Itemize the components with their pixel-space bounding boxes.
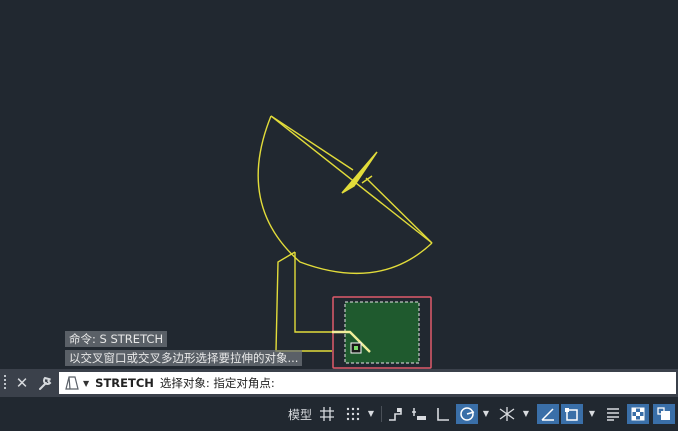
grid-icon[interactable] bbox=[316, 404, 338, 424]
infer-constraints-icon[interactable] bbox=[384, 404, 406, 424]
command-input[interactable]: ▼ STRETCH 选择对象: 指定对角点: bbox=[59, 372, 676, 394]
status-bar: 模型 ▼ ▼ ▼ ▼ bbox=[0, 397, 678, 431]
chevron-down-icon[interactable]: ▼ bbox=[521, 404, 531, 424]
selection-area bbox=[344, 301, 420, 364]
separator bbox=[381, 406, 382, 422]
drag-handle[interactable] bbox=[4, 375, 10, 391]
wrench-icon[interactable] bbox=[35, 373, 55, 393]
object-snap-tracking-icon[interactable] bbox=[537, 404, 559, 424]
command-prompt-icon bbox=[65, 376, 79, 390]
pickbox-cursor-center bbox=[354, 346, 358, 350]
chevron-down-icon[interactable]: ▼ bbox=[481, 404, 491, 424]
close-icon[interactable]: ✕ bbox=[12, 373, 32, 393]
dish-outer-arc bbox=[257, 115, 433, 275]
dish-rim-line bbox=[365, 177, 433, 244]
cad-window: 命令: S STRETCH 以交叉窗口或交叉多边形选择要拉伸的对象... ✕ ▼… bbox=[0, 0, 678, 431]
polar-icon[interactable] bbox=[456, 404, 478, 424]
command-line-bar: ✕ ▼ STRETCH 选择对象: 指定对角点: bbox=[0, 369, 678, 397]
stand-left bbox=[275, 251, 332, 352]
object-snap-icon[interactable] bbox=[561, 404, 583, 424]
ortho-icon[interactable] bbox=[432, 404, 454, 424]
chevron-down-icon[interactable]: ▼ bbox=[83, 379, 89, 388]
selection-cycling-icon[interactable] bbox=[653, 404, 675, 424]
dish-support-line bbox=[270, 115, 354, 171]
feed-horn bbox=[341, 151, 378, 194]
command-history-line: 命令: S STRETCH bbox=[65, 331, 168, 347]
dish-chord bbox=[270, 115, 433, 244]
wrench-icon-svg bbox=[39, 376, 52, 390]
command-name: STRETCH bbox=[95, 376, 154, 390]
isodraft-icon[interactable] bbox=[495, 404, 519, 424]
command-history-line: 以交叉窗口或交叉多边形选择要拉伸的对象... bbox=[65, 350, 303, 366]
snap-grid-icon[interactable] bbox=[342, 404, 364, 424]
command-prompt-text: 选择对象: 指定对角点: bbox=[159, 376, 275, 390]
chevron-down-icon[interactable]: ▼ bbox=[366, 404, 376, 424]
transparency-icon[interactable] bbox=[627, 404, 649, 424]
model-space-button[interactable]: 模型 bbox=[286, 404, 314, 424]
dynamic-input-icon[interactable] bbox=[408, 404, 430, 424]
chevron-down-icon[interactable]: ▼ bbox=[587, 404, 597, 424]
drawing-canvas[interactable]: 命令: S STRETCH 以交叉窗口或交叉多边形选择要拉伸的对象... bbox=[0, 0, 678, 369]
lineweight-icon[interactable] bbox=[602, 404, 624, 424]
drawing-svg bbox=[257, 115, 433, 369]
